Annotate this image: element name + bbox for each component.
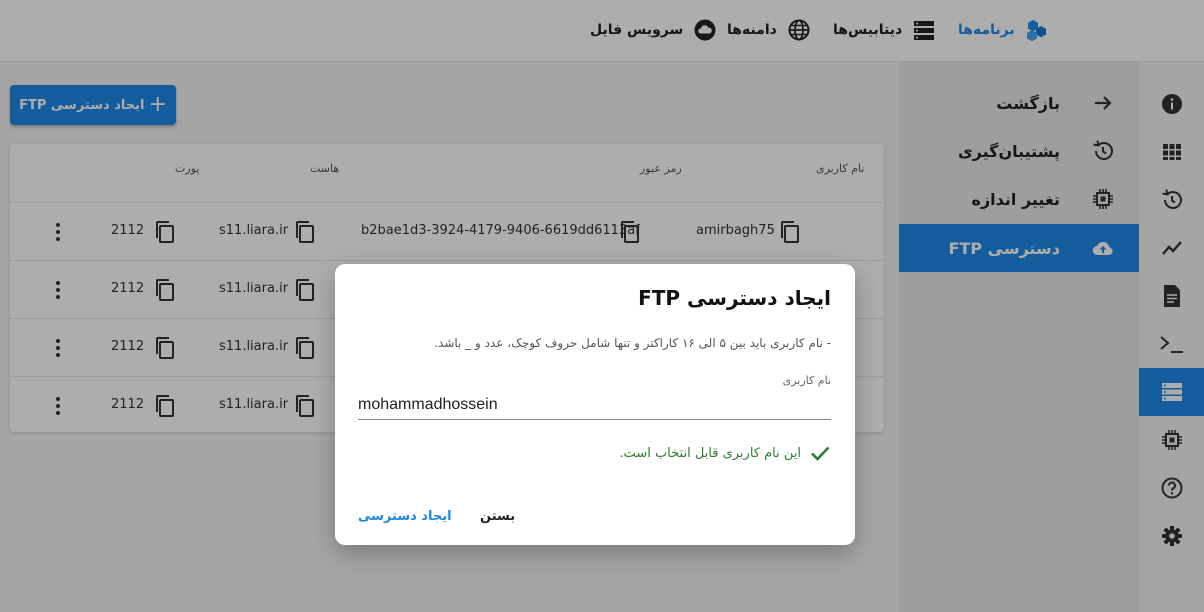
username-available-message: این نام کاربری قابل انتخاب است. <box>619 442 831 464</box>
close-button[interactable]: بستن <box>480 509 515 524</box>
check-icon <box>809 442 831 464</box>
username-input[interactable] <box>358 390 831 420</box>
username-available-text: این نام کاربری قابل انتخاب است. <box>619 445 801 461</box>
submit-button[interactable]: ایجاد دسترسی <box>358 509 452 524</box>
username-field-label: نام کاربری <box>782 374 831 387</box>
dialog-title: ایجاد دسترسی FTP <box>638 286 831 310</box>
create-ftp-dialog: ایجاد دسترسی FTP - نام کاربری باید بین ۵… <box>335 264 855 545</box>
username-rules-hint: - نام کاربری باید بین ۵ الی ۱۶ کاراکتر و… <box>434 336 831 350</box>
